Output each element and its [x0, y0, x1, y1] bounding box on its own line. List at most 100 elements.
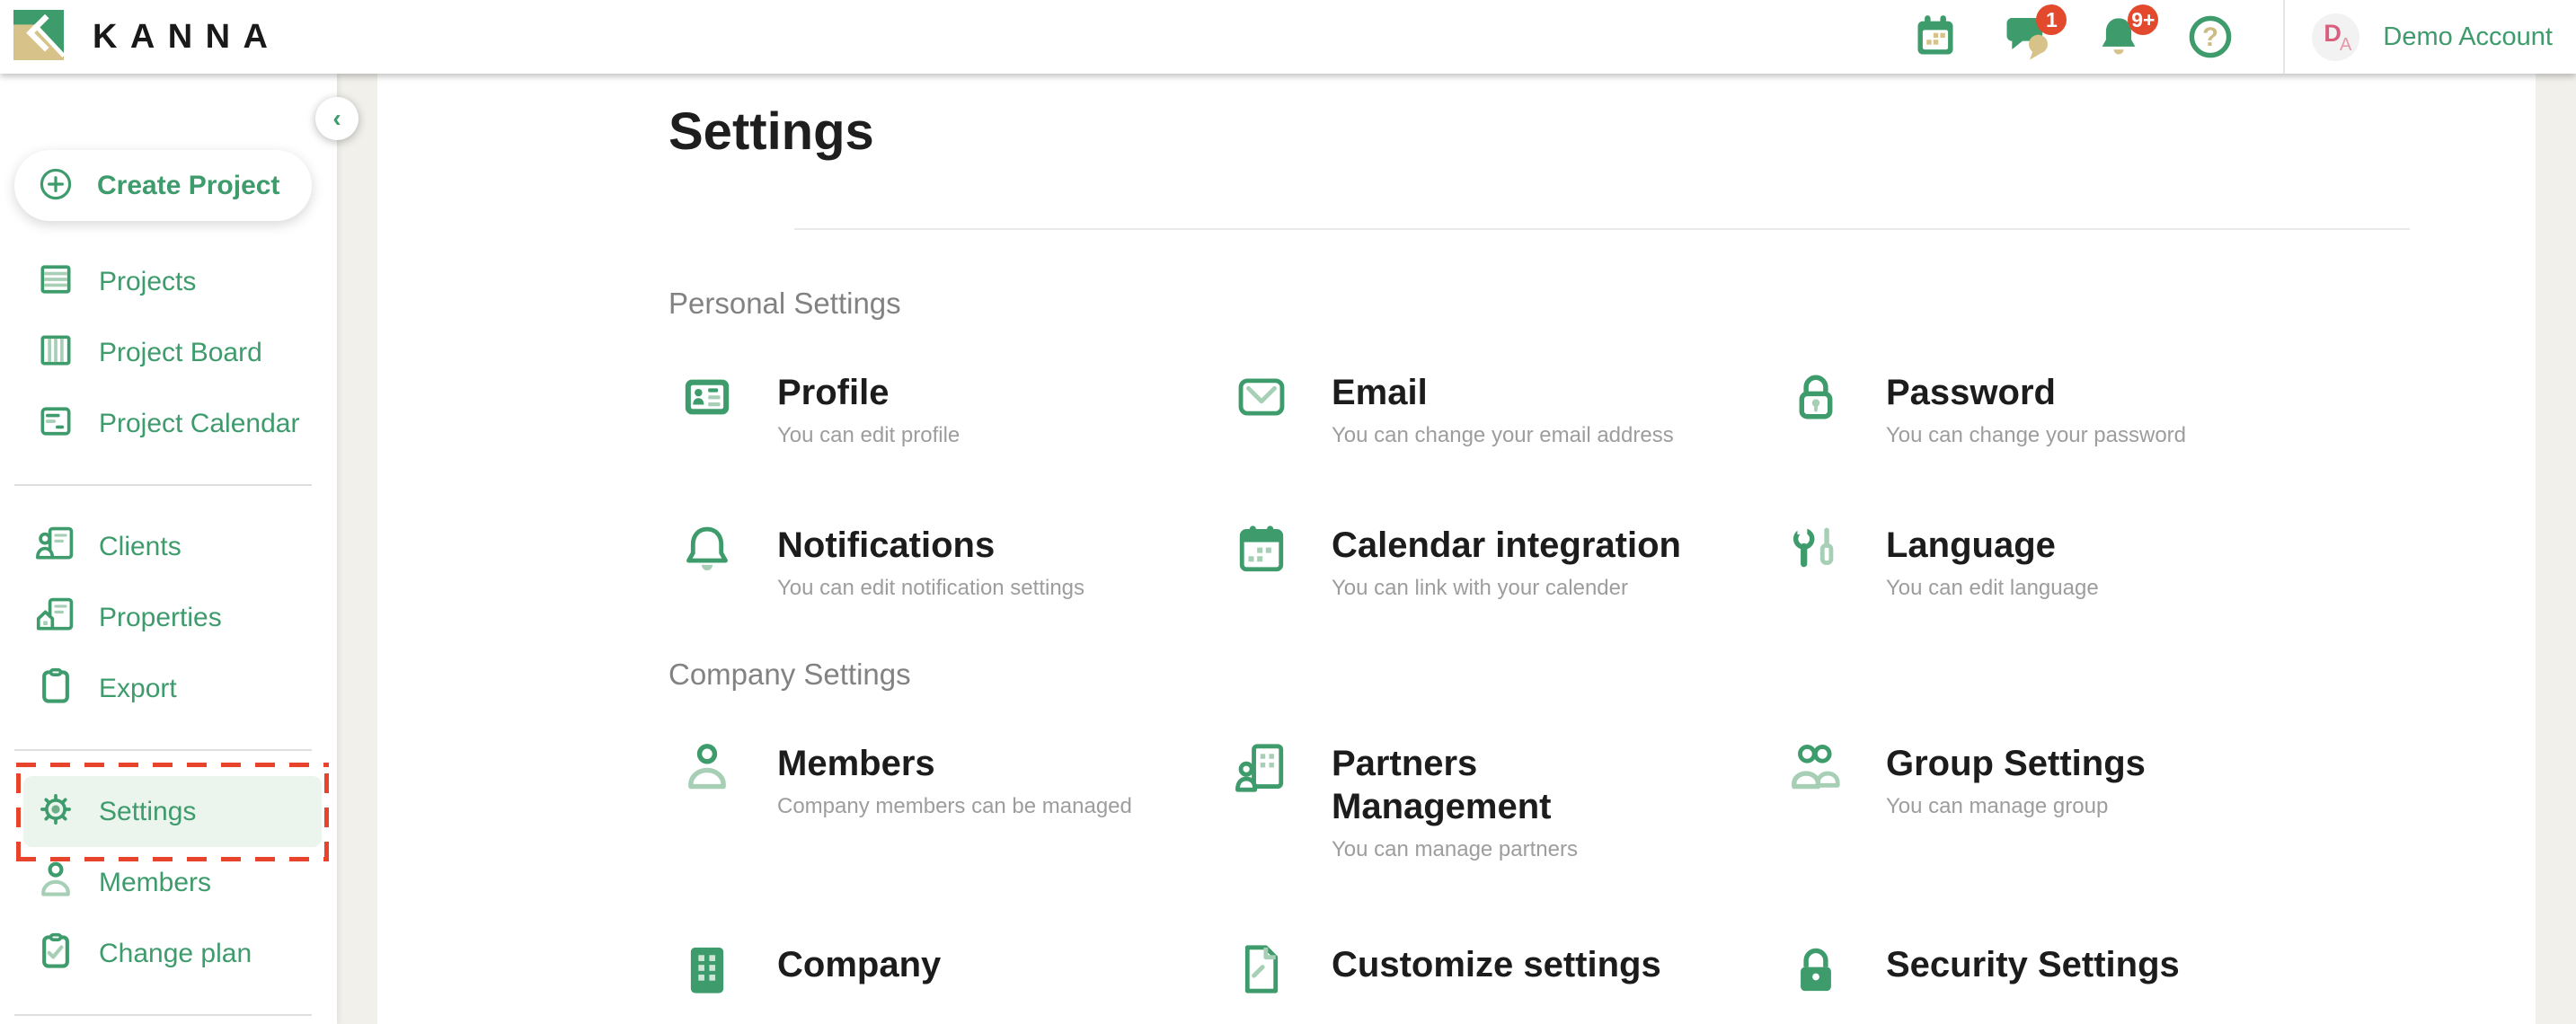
- card-text: Language You can edit language: [1886, 524, 2099, 601]
- card-subtitle: You can edit profile: [777, 423, 960, 448]
- brand-name: KANNA: [93, 18, 280, 57]
- settings-card-email[interactable]: Email You can change your email address: [1223, 371, 1777, 448]
- envelope-icon: [1235, 371, 1288, 423]
- card-subtitle: You can change your password: [1886, 423, 2186, 448]
- sidebar-item-label: Projects: [99, 267, 196, 297]
- chat-badge: 1: [2036, 4, 2067, 35]
- avatar: D A: [2312, 13, 2359, 61]
- main-content: Settings Personal Settings: [377, 74, 2536, 1024]
- sidebar-item-members[interactable]: Members: [0, 847, 337, 918]
- sidebar-item-label: Project Calendar: [99, 409, 299, 439]
- sidebar-item-settings[interactable]: Settings: [23, 776, 322, 847]
- card-subtitle: You can manage group: [1886, 794, 2146, 819]
- card-text: Calendar integration You can link with y…: [1332, 524, 1681, 601]
- company-building-icon: [681, 943, 733, 995]
- card-text: Company: [777, 943, 941, 986]
- card-title: Members: [777, 742, 1132, 785]
- board-columns-icon: [36, 331, 75, 375]
- gear-icon: [36, 790, 75, 834]
- card-title: Email: [1332, 371, 1674, 414]
- notifications-badge: 9+: [2128, 4, 2158, 35]
- svg-text:?: ?: [2202, 23, 2218, 52]
- card-title: Password: [1886, 371, 2186, 414]
- settings-card-customize-settings[interactable]: Customize settings: [1223, 943, 1777, 995]
- sidebar-divider: [14, 1014, 312, 1016]
- sidebar-item-export[interactable]: Export: [0, 653, 337, 724]
- settings-card-language[interactable]: Language You can edit language: [1777, 524, 2332, 601]
- page-title: Settings: [668, 101, 2536, 163]
- card-title: Calendar integration: [1332, 524, 1681, 567]
- document-gear-icon: [1235, 943, 1288, 995]
- card-text: Customize settings: [1332, 943, 1661, 986]
- card-subtitle: You can edit notification settings: [777, 576, 1084, 601]
- create-project-label: Create Project: [97, 171, 279, 201]
- card-text: Email You can change your email address: [1332, 371, 1674, 448]
- card-text: Group Settings You can manage group: [1886, 742, 2146, 819]
- sidebar-item-label: Export: [99, 674, 177, 704]
- card-text: Members Company members can be managed: [777, 742, 1132, 819]
- sidebar-item-properties[interactable]: Properties: [0, 582, 337, 653]
- settings-card-profile[interactable]: Profile You can edit profile: [668, 371, 1223, 448]
- card-title: Profile: [777, 371, 960, 414]
- bell-icon: [681, 524, 733, 576]
- settings-card-notifications[interactable]: Notifications You can edit notification …: [668, 524, 1223, 601]
- kanna-logo-icon: [13, 10, 64, 65]
- top-bar: KANNA: [0, 0, 2576, 74]
- notifications-bell-icon[interactable]: 9+: [2095, 12, 2146, 62]
- projects-list-icon: [36, 260, 75, 304]
- card-text: Partners Management You can manage partn…: [1332, 742, 1628, 862]
- sidebar-item-project-calendar[interactable]: Project Calendar: [0, 388, 337, 459]
- card-title: Notifications: [777, 524, 1084, 567]
- account-menu[interactable]: D A Demo Account: [2285, 0, 2576, 74]
- card-text: Profile You can edit profile: [777, 371, 960, 448]
- gantt-calendar-icon: [36, 402, 75, 446]
- plan-clipboard-icon: [36, 931, 75, 975]
- card-subtitle: You can manage partners: [1332, 837, 1628, 862]
- create-project-button[interactable]: Create Project: [14, 150, 312, 221]
- personal-settings-grid: Profile You can edit profile Email You c…: [668, 371, 2536, 601]
- security-lock-icon: [1790, 943, 1842, 995]
- sidebar-collapse-button[interactable]: ‹: [315, 97, 359, 140]
- section-heading-personal: Personal Settings: [668, 286, 2536, 322]
- sidebar-item-clients[interactable]: Clients: [0, 511, 337, 582]
- settings-card-group-settings[interactable]: Group Settings You can manage group: [1777, 742, 2332, 862]
- calendar-icon[interactable]: [1912, 12, 1962, 62]
- sidebar-item-projects[interactable]: Projects: [0, 246, 337, 317]
- card-subtitle: You can link with your calender: [1332, 576, 1681, 601]
- settings-card-calendar-integration[interactable]: Calendar integration You can link with y…: [1223, 524, 1777, 601]
- help-icon[interactable]: ?: [2187, 12, 2237, 62]
- card-text: Security Settings: [1886, 943, 2180, 986]
- padlock-icon: [1790, 371, 1842, 423]
- person-icon: [36, 861, 75, 905]
- person-icon: [681, 742, 733, 794]
- sidebar-item-label: Settings: [99, 797, 196, 827]
- account-name: Demo Account: [2383, 22, 2553, 52]
- card-subtitle: Company members can be managed: [777, 794, 1132, 819]
- settings-card-partners-management[interactable]: Partners Management You can manage partn…: [1223, 742, 1777, 862]
- sidebar-item-label: Properties: [99, 603, 222, 633]
- brand[interactable]: KANNA: [0, 10, 280, 65]
- sidebar-item-change-plan[interactable]: Change plan: [0, 918, 337, 989]
- sidebar-item-project-board[interactable]: Project Board: [0, 317, 337, 388]
- avatar-initial-bottom: A: [2340, 35, 2351, 56]
- card-subtitle: You can edit language: [1886, 576, 2099, 601]
- chat-icon[interactable]: 1: [2004, 12, 2054, 62]
- id-card-icon: [681, 371, 733, 423]
- card-subtitle: You can change your email address: [1332, 423, 1674, 448]
- settings-card-company[interactable]: Company: [668, 943, 1223, 995]
- header-actions: 1 9+ ? D A Demo Ac: [1891, 0, 2576, 74]
- company-settings-grid: Members Company members can be managed: [668, 742, 2536, 995]
- partner-building-icon: [1235, 742, 1288, 794]
- settings-card-password[interactable]: Password You can change your password: [1777, 371, 2332, 448]
- sidebar-divider: [14, 749, 312, 751]
- export-clipboard-icon: [36, 666, 75, 711]
- people-group-icon: [1790, 742, 1842, 794]
- sidebar-divider: [14, 484, 312, 486]
- settings-card-security-settings[interactable]: Security Settings: [1777, 943, 2332, 995]
- card-title: Partners Management: [1332, 742, 1628, 828]
- card-title: Language: [1886, 524, 2099, 567]
- sidebar-item-label: Project Board: [99, 338, 262, 368]
- sidebar: Create Project Projects: [0, 74, 337, 1024]
- sidebar-nav: Projects Project Board: [0, 246, 337, 1016]
- settings-card-members[interactable]: Members Company members can be managed: [668, 742, 1223, 862]
